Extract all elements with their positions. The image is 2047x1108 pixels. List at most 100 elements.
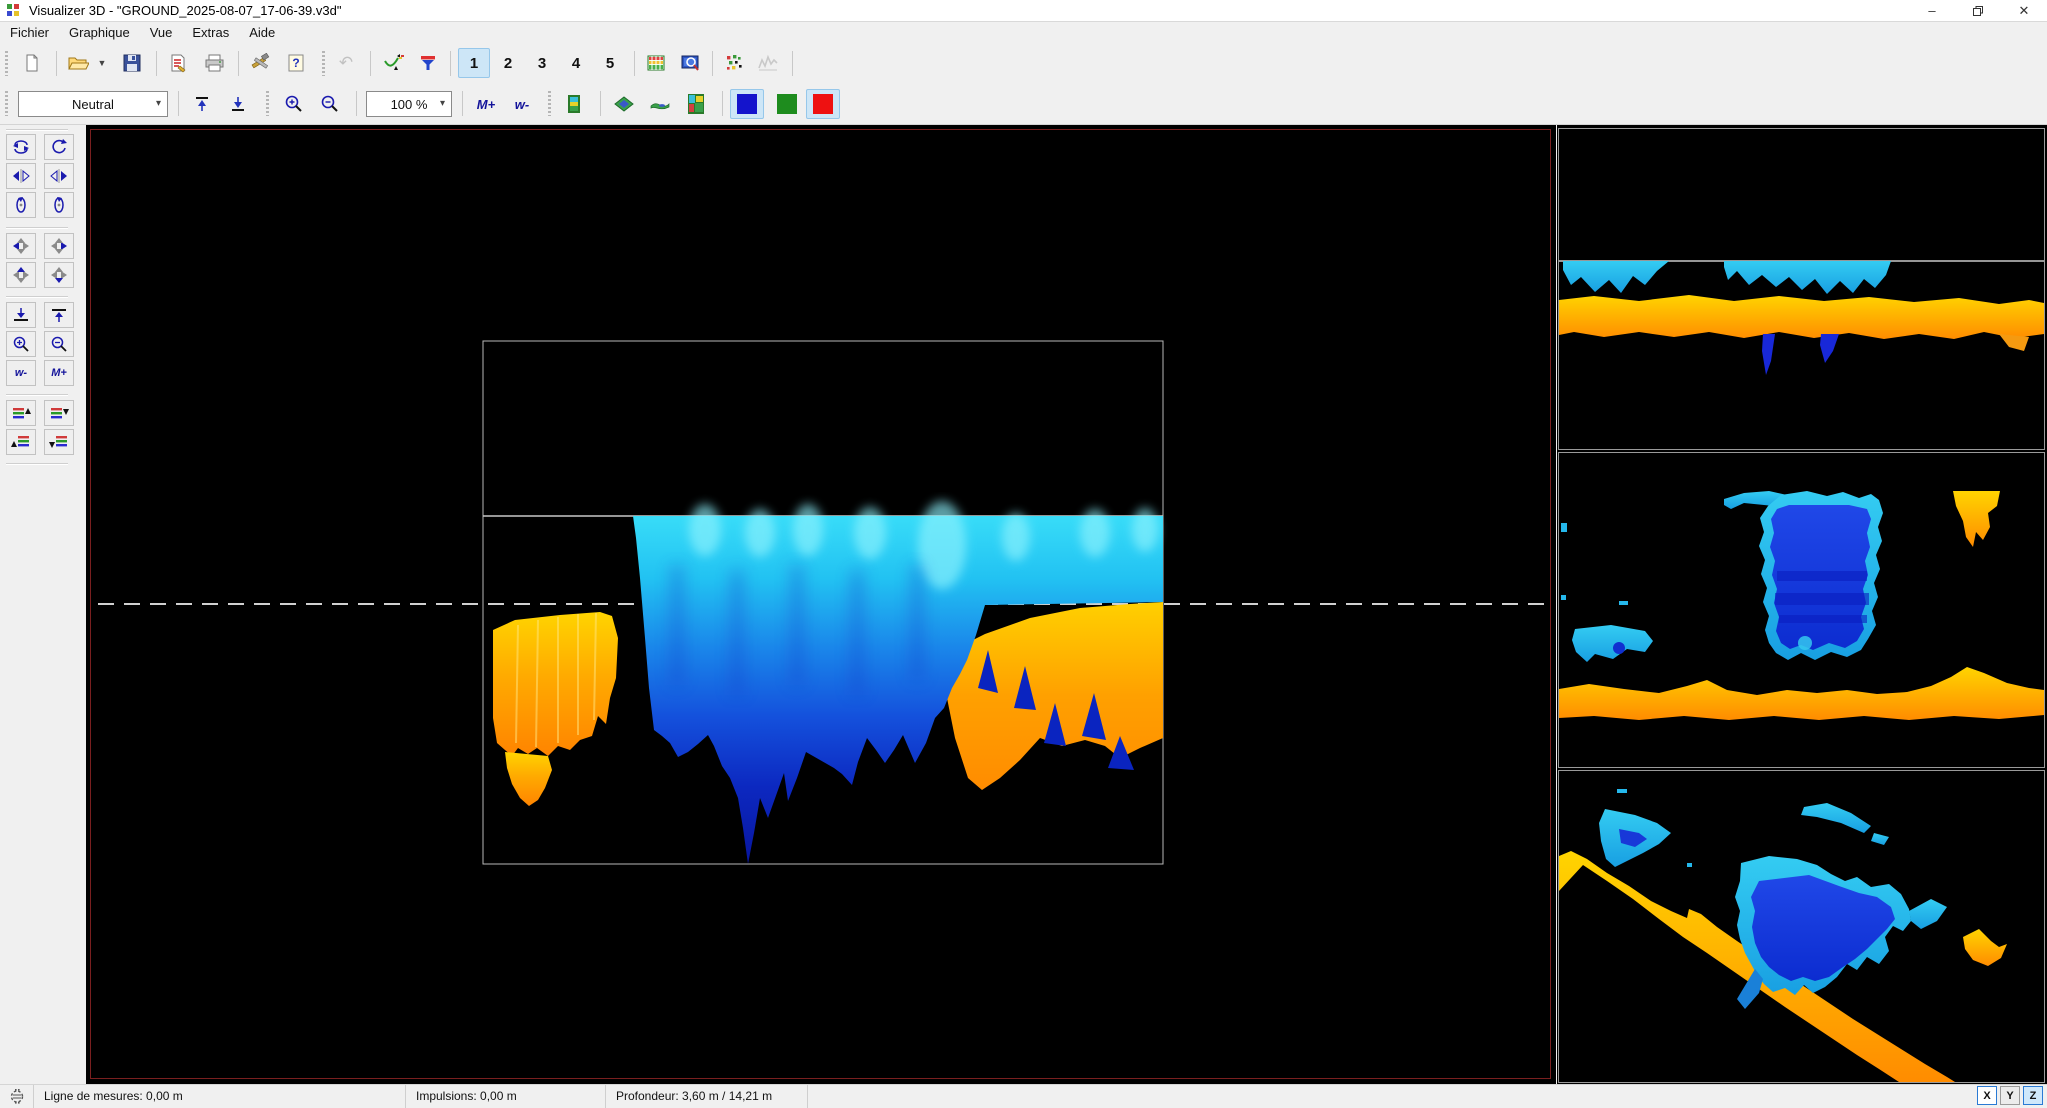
separator xyxy=(6,463,68,465)
toolbar-grip xyxy=(5,91,8,116)
zoom-out-sidebar-button[interactable] xyxy=(44,331,74,357)
rotate-flip-vertical-button[interactable] xyxy=(6,134,36,160)
scatter-points-button[interactable] xyxy=(718,48,750,78)
move-right-button[interactable] xyxy=(44,233,74,259)
menu-graphique[interactable]: Graphique xyxy=(59,23,140,42)
zoom-out-icon xyxy=(320,94,340,114)
status-bar: Ligne de mesures: 0,00 m Impulsions: 0,0… xyxy=(0,1084,2047,1107)
slice-up-button[interactable] xyxy=(6,400,36,426)
signal-minus-button[interactable]: w- xyxy=(6,360,36,386)
svg-text:?: ? xyxy=(292,56,299,70)
toolbar-grip xyxy=(266,91,269,116)
view-2-button[interactable]: 2 xyxy=(492,48,524,78)
position-correction-button[interactable] xyxy=(378,48,410,78)
main-3d-view[interactable] xyxy=(86,125,1556,1084)
thermal-view-large-button[interactable] xyxy=(680,89,712,119)
axis-y-button[interactable]: Y xyxy=(2000,1086,2020,1105)
gain-plus-button[interactable]: M+ xyxy=(470,89,502,119)
rotate-axis-left-icon xyxy=(13,196,29,214)
rotate-clockwise-button[interactable] xyxy=(44,134,74,160)
depth-up-icon xyxy=(49,306,69,324)
new-document-button[interactable] xyxy=(16,48,48,78)
palette-select[interactable]: Neutral ▾ xyxy=(18,91,168,117)
move-left-button[interactable] xyxy=(6,233,36,259)
green-channel-button[interactable] xyxy=(770,89,804,119)
gps-scan-icon xyxy=(8,1088,26,1105)
window-title: Visualizer 3D - "GROUND_2025-08-07_17-06… xyxy=(29,3,341,18)
depth-to-top-button[interactable] xyxy=(186,89,218,119)
view-4-button[interactable]: 4 xyxy=(560,48,592,78)
report-preview-icon xyxy=(168,53,188,73)
side-view-render xyxy=(1559,453,2044,767)
red-channel-button[interactable] xyxy=(806,89,840,119)
print-icon xyxy=(204,53,225,73)
menu-aide[interactable]: Aide xyxy=(239,23,285,42)
view-1-button[interactable]: 1 xyxy=(458,48,490,78)
status-icon-cell xyxy=(0,1085,34,1108)
undo-icon: ↶ xyxy=(339,53,353,73)
rotate-left-button[interactable] xyxy=(6,163,36,189)
report-preview-button[interactable] xyxy=(162,48,194,78)
view-3-button[interactable]: 3 xyxy=(526,48,558,78)
print-button[interactable] xyxy=(198,48,230,78)
rotate-axis-right-button[interactable] xyxy=(44,192,74,218)
grid-view-button[interactable] xyxy=(640,48,672,78)
menu-fichier[interactable]: Fichier xyxy=(0,23,59,42)
slice-bottom-down-button[interactable] xyxy=(44,429,74,455)
interpolation-funnel-icon xyxy=(418,53,438,73)
depth-to-bottom-button[interactable] xyxy=(222,89,254,119)
close-button[interactable]: ✕ xyxy=(2001,0,2047,21)
surface-3d-view-button[interactable] xyxy=(608,89,640,119)
top-view-panel[interactable] xyxy=(1558,128,2045,450)
separator xyxy=(56,51,57,76)
tools-button[interactable] xyxy=(244,48,276,78)
separator xyxy=(178,91,179,116)
zoom-out-button[interactable] xyxy=(314,89,346,119)
blue-channel-button[interactable] xyxy=(730,89,764,119)
separator xyxy=(6,227,68,229)
open-file-dropdown-button[interactable]: ▼ xyxy=(94,48,110,78)
signal-plus-button[interactable]: M+ xyxy=(44,360,74,386)
depth-down-button[interactable] xyxy=(6,302,36,328)
minimize-button[interactable]: – xyxy=(1909,0,1955,21)
rotate-axis-left-button[interactable] xyxy=(6,192,36,218)
rotate-right-button[interactable] xyxy=(44,163,74,189)
axis-x-button[interactable]: X xyxy=(1977,1086,1997,1105)
thermal-view-small-button[interactable] xyxy=(558,89,590,119)
undo-button[interactable]: ↶ xyxy=(330,48,362,78)
interpolation-funnel-button[interactable] xyxy=(412,48,444,78)
zoom-level-select[interactable]: 100 % ▾ xyxy=(366,91,452,117)
thermal-view-small-icon xyxy=(567,94,581,114)
gain-minus-button[interactable]: w- xyxy=(506,89,538,119)
save-button[interactable] xyxy=(116,48,148,78)
slice-up-icon xyxy=(11,405,31,421)
scatter-points-icon xyxy=(724,53,744,73)
depth-up-button[interactable] xyxy=(44,302,74,328)
view-5-button[interactable]: 5 xyxy=(594,48,626,78)
rotate-clockwise-icon xyxy=(50,138,68,156)
chevron-down-icon: ▾ xyxy=(156,98,161,109)
green-channel-swatch xyxy=(777,94,797,114)
axis-z-button[interactable]: Z xyxy=(2023,1086,2043,1105)
toolbar-grip xyxy=(322,51,325,76)
move-up-button[interactable] xyxy=(6,262,36,288)
move-down-button[interactable] xyxy=(44,262,74,288)
screen-zoom-button[interactable] xyxy=(674,48,706,78)
signal-graph-button[interactable] xyxy=(752,48,784,78)
slice-bottom-up-button[interactable] xyxy=(6,429,36,455)
open-file-button[interactable] xyxy=(62,48,94,78)
depth-to-top-icon xyxy=(192,94,212,114)
zoom-in-button[interactable] xyxy=(278,89,310,119)
menu-extras[interactable]: Extras xyxy=(182,23,239,42)
slice-down-button[interactable] xyxy=(44,400,74,426)
side-view-panel[interactable] xyxy=(1558,452,2045,768)
surface-flat-view-button[interactable] xyxy=(644,89,676,119)
menu-vue[interactable]: Vue xyxy=(140,23,183,42)
restore-button[interactable] xyxy=(1955,0,2001,21)
help-button[interactable]: ? xyxy=(280,48,312,78)
move-up-icon xyxy=(11,266,31,284)
depth-status: Profondeur: 3,60 m / 14,21 m xyxy=(606,1085,808,1108)
surface-flat-view-icon xyxy=(649,97,671,111)
perspective-view-panel[interactable] xyxy=(1558,770,2045,1083)
zoom-in-sidebar-button[interactable] xyxy=(6,331,36,357)
